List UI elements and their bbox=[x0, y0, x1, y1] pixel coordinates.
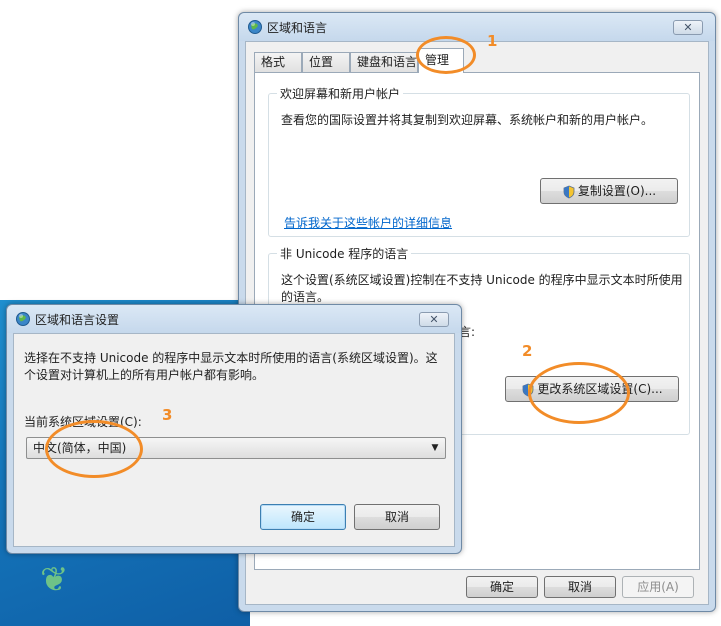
dialog-ok-button[interactable]: 确定 bbox=[260, 504, 346, 530]
main-titlebar[interactable]: 区域和语言 ✕ bbox=[239, 13, 715, 41]
main-apply-button[interactable]: 应用(A) bbox=[622, 576, 694, 598]
dialog-titlebar[interactable]: 区域和语言设置 ✕ bbox=[7, 305, 461, 333]
system-locale-select[interactable]: 中文(简体，中国) ▼ bbox=[26, 437, 446, 459]
globe-icon bbox=[248, 20, 262, 34]
current-locale-label: 当前系统区域设置(C): bbox=[24, 415, 142, 429]
copy-settings-button[interactable]: 复制设置(O)... bbox=[540, 178, 678, 204]
uac-shield-icon bbox=[563, 185, 575, 198]
welcome-description: 查看您的国际设置并将其复制到欢迎屏幕、系统帐户和新的用户帐户。 bbox=[281, 113, 654, 127]
account-details-link[interactable]: 告诉我关于这些帐户的详细信息 bbox=[284, 215, 452, 232]
system-locale-value: 中文(简体，中国) bbox=[33, 441, 127, 455]
copy-settings-label: 复制设置(O)... bbox=[577, 184, 657, 198]
welcome-screen-group: 欢迎屏幕和新用户帐户 查看您的国际设置并将其复制到欢迎屏幕、系统帐户和新的用户帐… bbox=[268, 85, 690, 237]
non-unicode-description: 这个设置(系统区域设置)控制在不支持 Unicode 的程序中显示文本时所使用的… bbox=[281, 273, 683, 304]
change-system-locale-button[interactable]: 更改系统区域设置(C)... bbox=[505, 376, 679, 402]
dialog-close-button[interactable]: ✕ bbox=[419, 312, 449, 327]
annotation-step-3: 3 bbox=[162, 406, 173, 424]
dialog-title: 区域和语言设置 bbox=[35, 313, 120, 327]
tab-administrative[interactable]: 管理 bbox=[418, 48, 464, 73]
globe-icon bbox=[16, 312, 30, 326]
uac-shield-icon bbox=[523, 383, 534, 396]
wallpaper-leaf-icon: ❦ bbox=[40, 560, 69, 600]
welcome-group-label: 欢迎屏幕和新用户帐户 bbox=[277, 85, 404, 102]
region-language-settings-dialog: 区域和语言设置 ✕ 选择在不支持 Unicode 的程序中显示文本时所使用的语言… bbox=[6, 304, 462, 554]
main-window-title: 区域和语言 bbox=[267, 21, 328, 35]
main-cancel-button[interactable]: 取消 bbox=[544, 576, 616, 598]
tab-keyboards-languages[interactable]: 键盘和语言 bbox=[350, 52, 418, 72]
non-unicode-group-label: 非 Unicode 程序的语言 bbox=[277, 245, 412, 262]
dialog-cancel-button[interactable]: 取消 bbox=[354, 504, 440, 530]
dialog-client-area: 选择在不支持 Unicode 的程序中显示文本时所使用的语言(系统区域设置)。这… bbox=[13, 333, 455, 547]
change-locale-label: 更改系统区域设置(C)... bbox=[537, 382, 663, 396]
main-close-button[interactable]: ✕ bbox=[673, 20, 703, 35]
dialog-description: 选择在不支持 Unicode 的程序中显示文本时所使用的语言(系统区域设置)。这… bbox=[24, 351, 438, 382]
tab-formats[interactable]: 格式 bbox=[254, 52, 302, 72]
main-ok-button[interactable]: 确定 bbox=[466, 576, 538, 598]
annotation-step-2: 2 bbox=[522, 342, 533, 360]
chevron-down-icon: ▼ bbox=[431, 443, 439, 453]
tab-location[interactable]: 位置 bbox=[302, 52, 350, 72]
annotation-step-1: 1 bbox=[487, 32, 498, 50]
